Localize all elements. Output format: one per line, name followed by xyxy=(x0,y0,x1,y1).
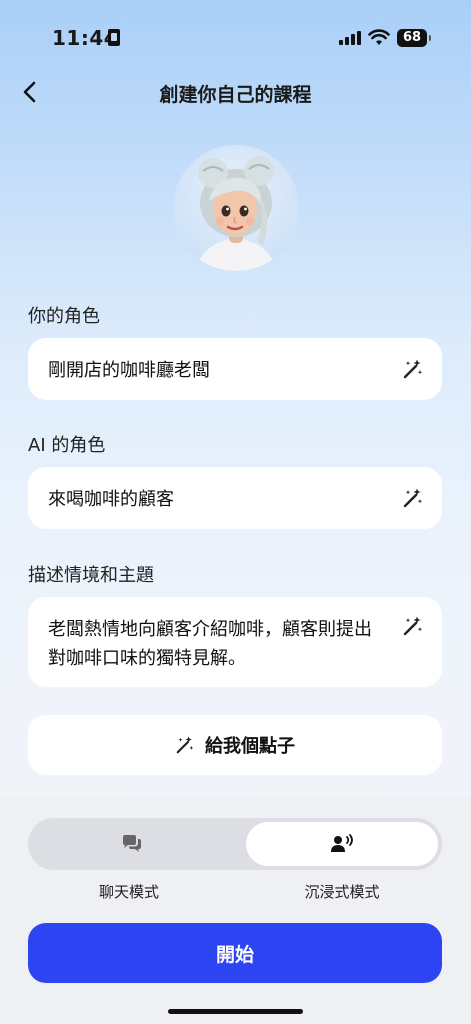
start-button[interactable]: 開始 xyxy=(28,923,442,983)
avatar xyxy=(173,145,299,271)
scenario-field[interactable]: 老闆熱情地向顧客介紹咖啡，顧客則提出對咖啡口味的獨特見解。 xyxy=(28,597,442,687)
immersive-mode-option[interactable] xyxy=(246,822,438,866)
chat-mode-label: 聊天模式 xyxy=(98,883,159,901)
give-me-idea-button[interactable]: 給我個點子 xyxy=(28,715,442,775)
ai-role-field[interactable]: 來喝咖啡的顧客 xyxy=(28,467,442,529)
chat-mode-option[interactable] xyxy=(32,822,232,866)
magic-wand-icon xyxy=(176,736,194,754)
magic-wand-icon[interactable] xyxy=(402,615,424,637)
scenario-label: 描述情境和主題 xyxy=(28,565,154,586)
home-indicator xyxy=(168,1009,303,1014)
immersive-mode-label: 沉浸式模式 xyxy=(304,883,380,901)
ai-role-value: 來喝咖啡的顧客 xyxy=(48,489,174,510)
page-title: 創建你自己的課程 xyxy=(159,84,312,106)
magic-wand-icon[interactable] xyxy=(402,487,424,509)
start-button-label: 開始 xyxy=(215,943,254,966)
magic-wand-icon[interactable] xyxy=(402,358,424,380)
your-role-field[interactable]: 剛開店的咖啡廳老闆 xyxy=(28,338,442,400)
status-bar: 11:44 68 xyxy=(0,0,471,76)
wifi-icon xyxy=(368,29,390,45)
signal-icon xyxy=(339,31,361,45)
nav-bar: 創建你自己的課程 xyxy=(0,70,471,114)
person-speaking-icon xyxy=(331,834,353,852)
scenario-value: 老闆熱情地向顧客介紹咖啡，顧客則提出對咖啡口味的獨特見解。 xyxy=(48,619,372,669)
chat-bubbles-icon xyxy=(123,835,141,852)
character-avatar-illustration xyxy=(195,156,277,271)
id-card-icon xyxy=(108,29,120,46)
idea-button-label: 給我個點子 xyxy=(205,736,295,757)
your-role-label: 你的角色 xyxy=(28,306,100,327)
mode-toggle[interactable] xyxy=(28,818,442,870)
ai-role-label: AI 的角色 xyxy=(28,435,106,456)
your-role-value: 剛開店的咖啡廳老闆 xyxy=(48,360,210,381)
battery-indicator: 68 xyxy=(397,29,431,47)
